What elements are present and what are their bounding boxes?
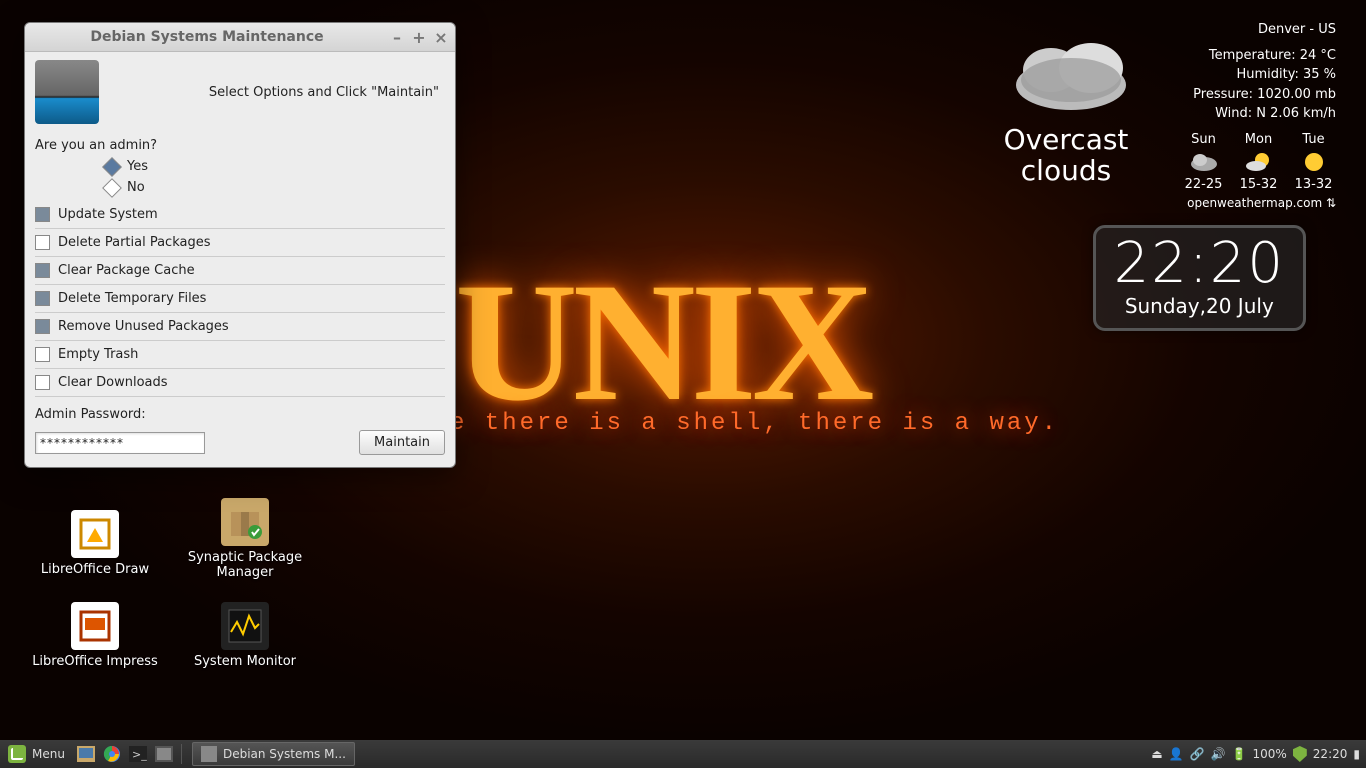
system-tray: ⏏ 👤 🔗 🔊 🔋 100% 22:20 ▮ <box>1151 746 1366 762</box>
package-icon <box>221 498 269 546</box>
wallpaper-subtitle: e there is a shell, there is a way. <box>450 410 1059 437</box>
desktop[interactable]: UNIX e there is a shell, there is a way.… <box>0 0 1366 740</box>
window-instruction: Select Options and Click "Maintain" <box>119 85 445 100</box>
icon-label: Synaptic Package Manager <box>170 550 320 580</box>
weather-humidity: Humidity: 35 % <box>1146 65 1336 85</box>
weather-source: openweathermap.com ⇅ <box>1146 196 1356 210</box>
check-clear-downloads[interactable]: Clear Downloads <box>35 369 445 397</box>
password-label: Admin Password: <box>35 407 445 422</box>
password-input[interactable]: ************ <box>35 432 205 454</box>
weather-condition: Overcast clouds <box>986 125 1146 210</box>
desktop-icon-libreoffice-draw[interactable]: LibreOffice Draw <box>20 510 170 577</box>
terminal-icon[interactable]: >_ <box>127 744 149 764</box>
svg-text:>_: >_ <box>132 748 147 761</box>
check-clear-cache[interactable]: Clear Package Cache <box>35 257 445 285</box>
show-desktop-icon[interactable] <box>75 744 97 764</box>
icon-label: LibreOffice Draw <box>20 562 170 577</box>
forecast-day: Tue13-32 <box>1291 132 1336 192</box>
desktop-icon-libreoffice-impress[interactable]: LibreOffice Impress <box>20 602 170 669</box>
radio-no[interactable]: No <box>105 180 445 195</box>
disk-icon <box>35 60 99 124</box>
tray-battery-pct: 100% <box>1252 747 1286 761</box>
tray-volume-icon[interactable]: 🔊 <box>1211 747 1226 761</box>
radio-yes[interactable]: Yes <box>105 159 445 174</box>
maintenance-window: Debian Systems Maintenance – + × Select … <box>24 22 456 468</box>
taskbar-item-debian-maintenance[interactable]: Debian Systems M... <box>192 742 355 766</box>
clock-widget: 22:20 Sunday,20 July <box>1093 225 1306 331</box>
task-icon <box>201 746 217 762</box>
maximize-button[interactable]: + <box>411 29 427 45</box>
tray-shield-icon[interactable] <box>1293 746 1307 762</box>
desktop-icon-system-monitor[interactable]: System Monitor <box>170 602 320 669</box>
minimize-button[interactable]: – <box>389 29 405 45</box>
weather-pressure: Pressure: 1020.00 mb <box>1146 85 1336 105</box>
check-delete-temp[interactable]: Delete Temporary Files <box>35 285 445 313</box>
monitor-icon <box>221 602 269 650</box>
weather-widget: Denver - US Temperature: 24 °C Humidity:… <box>986 20 1356 210</box>
icon-label: LibreOffice Impress <box>20 654 170 669</box>
files-icon[interactable] <box>153 744 175 764</box>
cloud-icon <box>986 20 1146 130</box>
forecast-day: Mon15-32 <box>1236 132 1281 192</box>
forecast-day: Sun22-25 <box>1181 132 1226 192</box>
icon-label: System Monitor <box>170 654 320 669</box>
taskbar: Menu >_ Debian Systems M... ⏏ 👤 🔗 🔊 🔋 10… <box>0 740 1366 768</box>
clock-date: Sunday,20 July <box>1114 294 1285 318</box>
tray-sidebar-icon[interactable]: ▮ <box>1353 747 1360 761</box>
tray-battery-icon[interactable]: 🔋 <box>1232 747 1247 761</box>
menu-button[interactable]: Menu <box>0 740 73 768</box>
tray-user-icon[interactable]: 👤 <box>1169 747 1184 761</box>
window-title: Debian Systems Maintenance <box>25 29 389 45</box>
check-delete-partial[interactable]: Delete Partial Packages <box>35 229 445 257</box>
weather-wind: Wind: N 2.06 km/h <box>1146 104 1336 124</box>
maintain-button[interactable]: Maintain <box>359 430 445 455</box>
close-button[interactable]: × <box>433 29 449 45</box>
weather-location: Denver - US <box>1146 20 1336 40</box>
check-remove-unused[interactable]: Remove Unused Packages <box>35 313 445 341</box>
weather-temp: Temperature: 24 °C <box>1146 46 1336 66</box>
tray-eject-icon[interactable]: ⏏ <box>1151 747 1162 761</box>
check-empty-trash[interactable]: Empty Trash <box>35 341 445 369</box>
tray-clock[interactable]: 22:20 <box>1313 747 1348 761</box>
chrome-icon[interactable] <box>101 744 123 764</box>
clock-time: 22:20 <box>1114 236 1285 292</box>
impress-icon <box>71 602 119 650</box>
window-titlebar[interactable]: Debian Systems Maintenance – + × <box>25 23 455 52</box>
check-update-system[interactable]: Update System <box>35 201 445 229</box>
desktop-icon-synaptic[interactable]: Synaptic Package Manager <box>170 498 320 580</box>
tray-network-icon[interactable]: 🔗 <box>1190 747 1205 761</box>
draw-icon <box>71 510 119 558</box>
admin-question: Are you an admin? <box>35 138 445 153</box>
mint-icon <box>8 745 26 763</box>
